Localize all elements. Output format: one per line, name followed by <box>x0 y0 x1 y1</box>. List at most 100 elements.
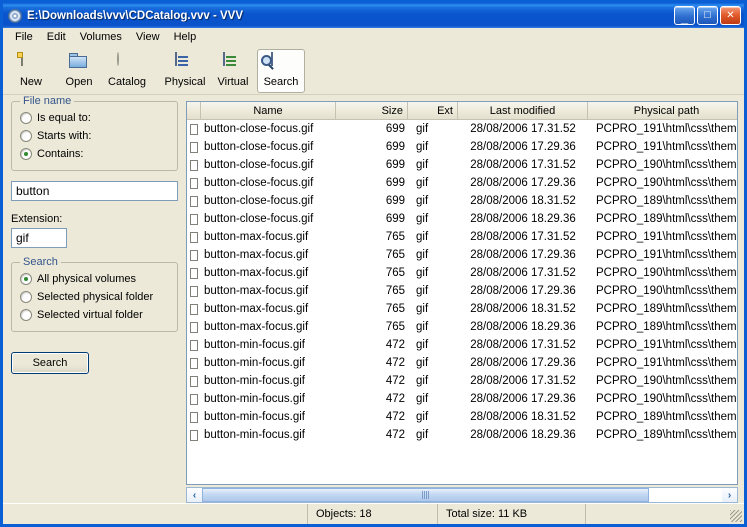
checkbox-icon <box>190 375 198 387</box>
toolbar-button-new[interactable]: New <box>7 49 55 93</box>
radio-all-physical-volumes[interactable]: All physical volumes <box>20 270 169 287</box>
table-row[interactable]: button-min-focus.gif 472 gif 28/08/2006 17.… <box>187 336 737 354</box>
radio-is-equal-to[interactable]: Is equal to: <box>20 109 169 126</box>
table-row[interactable]: button-min-focus.gif 472 gif 28/08/2006 18.… <box>187 408 737 426</box>
table-row[interactable]: button-max-focus.gif 765 gif 28/08/2006 17.… <box>187 246 737 264</box>
table-row[interactable]: button-min-focus.gif 472 gif 28/08/2006 17.… <box>187 372 737 390</box>
cell-ext: gif <box>416 177 429 189</box>
menu-item-help[interactable]: Help <box>167 29 204 45</box>
horizontal-scrollbar[interactable]: ‹ › <box>186 487 738 503</box>
row-checkbox[interactable] <box>187 213 201 225</box>
table-row[interactable]: button-max-focus.gif 765 gif 28/08/2006 17.… <box>187 264 737 282</box>
column-header-last-modified[interactable]: Last modified <box>458 102 588 119</box>
column-header-name[interactable]: Name <box>201 102 336 119</box>
cd-disc-icon <box>7 8 23 24</box>
cell-ext: gif <box>416 267 429 279</box>
toolbar-button-catalog[interactable]: Catalog <box>103 49 151 93</box>
cd-disc-icon <box>117 52 137 73</box>
status-empty <box>3 504 307 524</box>
cell-last-modified: 28/08/2006 18.29.36 <box>470 321 576 333</box>
table-row[interactable]: button-min-focus.gif 472 gif 28/08/2006 17.… <box>187 354 737 372</box>
table-row[interactable]: button-max-focus.gif 765 gif 28/08/2006 18.… <box>187 300 737 318</box>
row-checkbox[interactable] <box>187 411 201 423</box>
table-row[interactable]: button-max-focus.gif 765 gif 28/08/2006 17.… <box>187 228 737 246</box>
row-checkbox[interactable] <box>187 249 201 261</box>
row-checkbox[interactable] <box>187 141 201 153</box>
table-row[interactable]: button-close-focus.gif 699 gif 28/08/2006 1… <box>187 120 737 138</box>
scroll-left-button[interactable]: ‹ <box>187 488 202 502</box>
close-button[interactable]: ✕ <box>720 6 741 25</box>
checkbox-icon <box>190 267 198 279</box>
row-checkbox[interactable] <box>187 285 201 297</box>
maximize-button[interactable]: □ <box>697 6 718 25</box>
row-checkbox[interactable] <box>187 339 201 351</box>
toolbar-button-open[interactable]: Open <box>55 49 103 93</box>
column-header-physical-path[interactable]: Physical path <box>588 102 737 119</box>
table-row[interactable]: button-close-focus.gif 699 gif 28/08/2006 1… <box>187 174 737 192</box>
checkbox-icon <box>190 195 198 207</box>
file-name-group: File name Is equal to: Starts with: Cont… <box>11 95 178 171</box>
results-list: Name Size Ext Last modified Physical pat… <box>186 101 738 485</box>
minimize-icon: _ <box>680 10 689 25</box>
table-row[interactable]: button-close-focus.gif 699 gif 28/08/2006 1… <box>187 210 737 228</box>
row-checkbox[interactable] <box>187 177 201 189</box>
checkbox-icon <box>190 285 198 297</box>
table-row[interactable]: button-max-focus.gif 765 gif 28/08/2006 17.… <box>187 282 737 300</box>
minimize-button[interactable]: _ <box>674 6 695 25</box>
row-checkbox[interactable] <box>187 195 201 207</box>
extension-input[interactable] <box>11 228 67 248</box>
menu-item-volumes[interactable]: Volumes <box>73 29 129 45</box>
toolbar-label-virtual: Virtual <box>217 76 249 88</box>
cell-name: button-close-focus.gif <box>204 141 314 153</box>
radio-label-contains: Contains: <box>37 147 84 160</box>
cell-size: 472 <box>385 429 405 441</box>
resize-grip-icon[interactable] <box>730 510 742 522</box>
menu-item-file[interactable]: File <box>8 29 40 45</box>
toolbar: New Open Catalog Physical Virtual Search <box>3 47 744 95</box>
scrollbar-thumb[interactable] <box>202 488 650 502</box>
row-checkbox[interactable] <box>187 375 201 387</box>
cell-ext: gif <box>416 159 429 171</box>
cell-physical-path: PCPRO_190\html\css\themes\alph <box>596 177 737 189</box>
scroll-right-button[interactable]: › <box>722 488 737 502</box>
row-checkbox[interactable] <box>187 123 201 135</box>
toolbar-button-physical[interactable]: Physical <box>161 49 209 93</box>
column-header-check[interactable] <box>187 102 201 119</box>
file-name-input[interactable] <box>11 181 178 201</box>
table-row[interactable]: button-close-focus.gif 699 gif 28/08/2006 1… <box>187 192 737 210</box>
toolbar-button-search[interactable]: Search <box>257 49 305 93</box>
radio-contains[interactable]: Contains: <box>20 145 169 162</box>
table-row[interactable]: button-close-focus.gif 699 gif 28/08/2006 1… <box>187 138 737 156</box>
row-checkbox[interactable] <box>187 429 201 441</box>
toolbar-label-search: Search <box>263 76 299 88</box>
cell-ext: gif <box>416 285 429 297</box>
table-row[interactable]: button-min-focus.gif 472 gif 28/08/2006 17.… <box>187 390 737 408</box>
table-row[interactable]: button-min-focus.gif 472 gif 28/08/2006 18.… <box>187 426 737 444</box>
radio-selected-physical-folder[interactable]: Selected physical folder <box>20 288 169 305</box>
search-button[interactable]: Search <box>11 352 89 374</box>
row-checkbox[interactable] <box>187 267 201 279</box>
row-checkbox[interactable] <box>187 357 201 369</box>
row-checkbox[interactable] <box>187 393 201 405</box>
scrollbar-track[interactable] <box>202 488 722 502</box>
row-checkbox[interactable] <box>187 303 201 315</box>
checkbox-icon <box>190 339 198 351</box>
row-checkbox[interactable] <box>187 159 201 171</box>
scrollbar-grip-icon <box>422 491 430 499</box>
cell-size: 765 <box>385 249 405 261</box>
cell-ext: gif <box>416 339 429 351</box>
table-row[interactable]: button-max-focus.gif 765 gif 28/08/2006 18.… <box>187 318 737 336</box>
row-checkbox[interactable] <box>187 321 201 333</box>
radio-starts-with[interactable]: Starts with: <box>20 127 169 144</box>
menu-item-edit[interactable]: Edit <box>40 29 73 45</box>
column-header-size[interactable]: Size <box>336 102 408 119</box>
toolbar-button-virtual[interactable]: Virtual <box>209 49 257 93</box>
cell-last-modified: 28/08/2006 17.31.52 <box>470 339 576 351</box>
cell-last-modified: 28/08/2006 18.29.36 <box>470 213 576 225</box>
column-header-ext[interactable]: Ext <box>408 102 458 119</box>
row-checkbox[interactable] <box>187 231 201 243</box>
cell-ext: gif <box>416 411 429 423</box>
menu-item-view[interactable]: View <box>129 29 167 45</box>
radio-selected-virtual-folder[interactable]: Selected virtual folder <box>20 306 169 323</box>
table-row[interactable]: button-close-focus.gif 699 gif 28/08/2006 1… <box>187 156 737 174</box>
